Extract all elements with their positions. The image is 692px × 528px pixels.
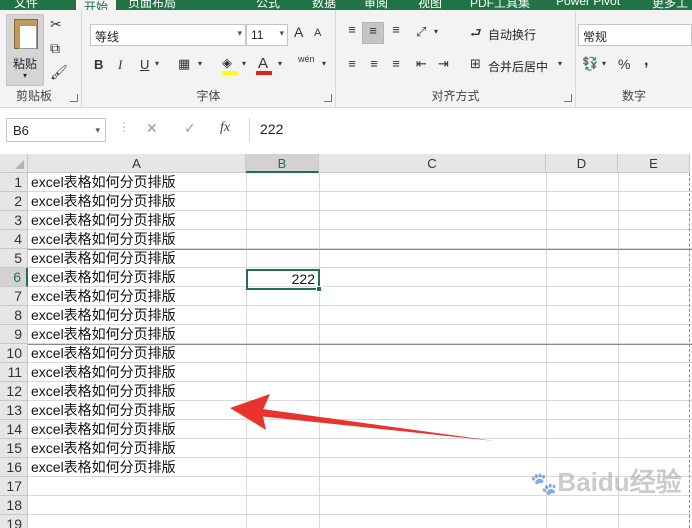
chevron-down-icon[interactable]: ▾	[278, 59, 282, 68]
formula-bar: B6 ▾ ⋮ ✕ ✓ fx 222	[0, 108, 692, 154]
tab-review[interactable]: 审阅	[364, 0, 388, 10]
comma-style-button[interactable]: ,	[644, 52, 648, 70]
increase-indent-icon[interactable]: ⇥	[438, 56, 449, 72]
font-group-label: 字体	[196, 89, 221, 103]
ribbon: 粘贴 ▾ ✂ ⧉ 🖌 剪贴板 等线 ▾ 11 ▾ A A B I U ▾ ▦ ▾ ◈…	[0, 10, 692, 108]
accounting-format-icon[interactable]: 💱	[582, 56, 598, 72]
tab-data[interactable]: 数据	[312, 0, 336, 10]
tab-file[interactable]: 文件	[14, 0, 38, 10]
name-box[interactable]: B6 ▾	[6, 118, 106, 142]
phonetic-guide-button[interactable]: wén	[298, 54, 315, 64]
cancel-icon[interactable]: ✕	[146, 120, 158, 137]
clipboard-group-label: 剪贴板	[16, 89, 53, 103]
decrease-font-size-button[interactable]: A	[314, 27, 321, 39]
font-group: 等线 ▾ 11 ▾ A A B I U ▾ ▦ ▾ ◈ ▾ A ▾ wén ▾ 字体	[82, 10, 336, 108]
tab-power-pivot[interactable]: Power Pivot	[556, 0, 620, 8]
font-color-icon[interactable]: A	[258, 55, 268, 72]
font-size-select[interactable]: 11 ▾	[246, 24, 288, 46]
tab-home[interactable]: 开始	[76, 0, 117, 10]
tab-page-layout[interactable]: 页面布局	[128, 0, 176, 10]
number-group-label: 数字	[622, 89, 647, 103]
alignment-group-label: 对齐方式	[431, 89, 480, 103]
enter-icon[interactable]: ✓	[184, 120, 196, 137]
paste-label: 粘贴	[12, 57, 37, 71]
tab-pdf-tools[interactable]: PDF工具集	[470, 0, 530, 10]
chevron-down-icon[interactable]: ▾	[322, 59, 326, 68]
ribbon-tab-strip: 文件 开始 页面布局 公式 数据 审阅 视图 PDF工具集 Power Pivo…	[0, 0, 692, 10]
dialog-launcher-icon[interactable]	[324, 94, 332, 102]
align-bottom-icon[interactable]: ≡	[386, 22, 406, 37]
dialog-launcher-icon[interactable]	[70, 94, 78, 102]
percent-style-button[interactable]: %	[618, 56, 630, 72]
watermark-logo: 🐾Baidu经验	[530, 467, 682, 497]
worksheet-grid: A B C D E 1 excel表格如何分页排版 2 excel表格如何分页排版 3 e…	[0, 154, 692, 528]
chevron-down-icon: ▾	[279, 28, 284, 38]
chevron-down-icon[interactable]: ▾	[155, 59, 159, 68]
clipboard-group: 粘贴 ▾ ✂ ⧉ 🖌 剪贴板	[0, 10, 82, 108]
merge-center-button[interactable]: 合并后居中	[488, 58, 548, 75]
dialog-launcher-icon[interactable]	[564, 94, 572, 102]
copy-icon[interactable]: ⧉	[50, 40, 60, 57]
chevron-down-icon[interactable]: ▾	[198, 59, 202, 68]
decrease-indent-icon[interactable]: ⇤	[416, 56, 427, 72]
wrap-text-icon[interactable]: ⮐	[470, 24, 482, 46]
format-painter-icon[interactable]: 🖌	[50, 64, 68, 81]
font-name-select[interactable]: 等线 ▾	[90, 24, 246, 46]
chevron-down-icon[interactable]: ▾	[95, 125, 100, 136]
number-format-select[interactable]: 常规	[578, 24, 692, 46]
align-middle-icon[interactable]: ≡	[362, 22, 384, 44]
underline-button[interactable]: U	[140, 57, 149, 72]
orientation-icon[interactable]: ⤢	[416, 24, 426, 40]
chevron-down-icon[interactable]: ▾	[434, 27, 438, 36]
align-right-icon[interactable]: ≡	[386, 56, 406, 71]
chevron-down-icon: ▾	[22, 71, 27, 80]
align-top-icon[interactable]: ≡	[342, 22, 362, 37]
font-color-swatch	[256, 71, 272, 75]
chevron-down-icon[interactable]: ▾	[602, 59, 606, 68]
italic-button[interactable]: I	[118, 57, 122, 73]
paste-button[interactable]: 粘贴 ▾	[6, 14, 44, 86]
more-icon: ⋮	[118, 120, 130, 134]
borders-icon[interactable]: ▦	[178, 56, 190, 72]
number-group: 常规 💱 ▾ % , 数字	[576, 10, 692, 108]
chevron-down-icon[interactable]: ▾	[242, 59, 246, 68]
tab-view[interactable]: 视图	[418, 0, 442, 10]
alignment-group: ≡ ≡ ≡ ⤢ ▾ ⮐ 自动换行 ≡ ≡ ≡ ⇤ ⇥ ⊞ 合并后居中 ▾ 对齐方…	[336, 10, 576, 108]
fill-color-icon[interactable]: ◈	[222, 55, 232, 71]
bold-button[interactable]: B	[94, 57, 103, 72]
align-center-icon[interactable]: ≡	[364, 56, 384, 71]
tab-formulas[interactable]: 公式	[256, 0, 280, 10]
insert-function-button[interactable]: fx	[220, 120, 230, 136]
fill-color-swatch	[222, 71, 238, 75]
increase-font-size-button[interactable]: A	[294, 24, 303, 40]
formula-input[interactable]: 222	[249, 118, 692, 142]
wrap-text-button[interactable]: 自动换行	[488, 26, 536, 43]
chevron-down-icon[interactable]: ▾	[558, 59, 562, 68]
chevron-down-icon: ▾	[237, 28, 242, 38]
tab-more[interactable]: 更多工	[652, 0, 688, 10]
cut-icon[interactable]: ✂	[50, 16, 62, 33]
merge-icon[interactable]: ⊞	[470, 56, 481, 72]
align-left-icon[interactable]: ≡	[342, 56, 362, 71]
